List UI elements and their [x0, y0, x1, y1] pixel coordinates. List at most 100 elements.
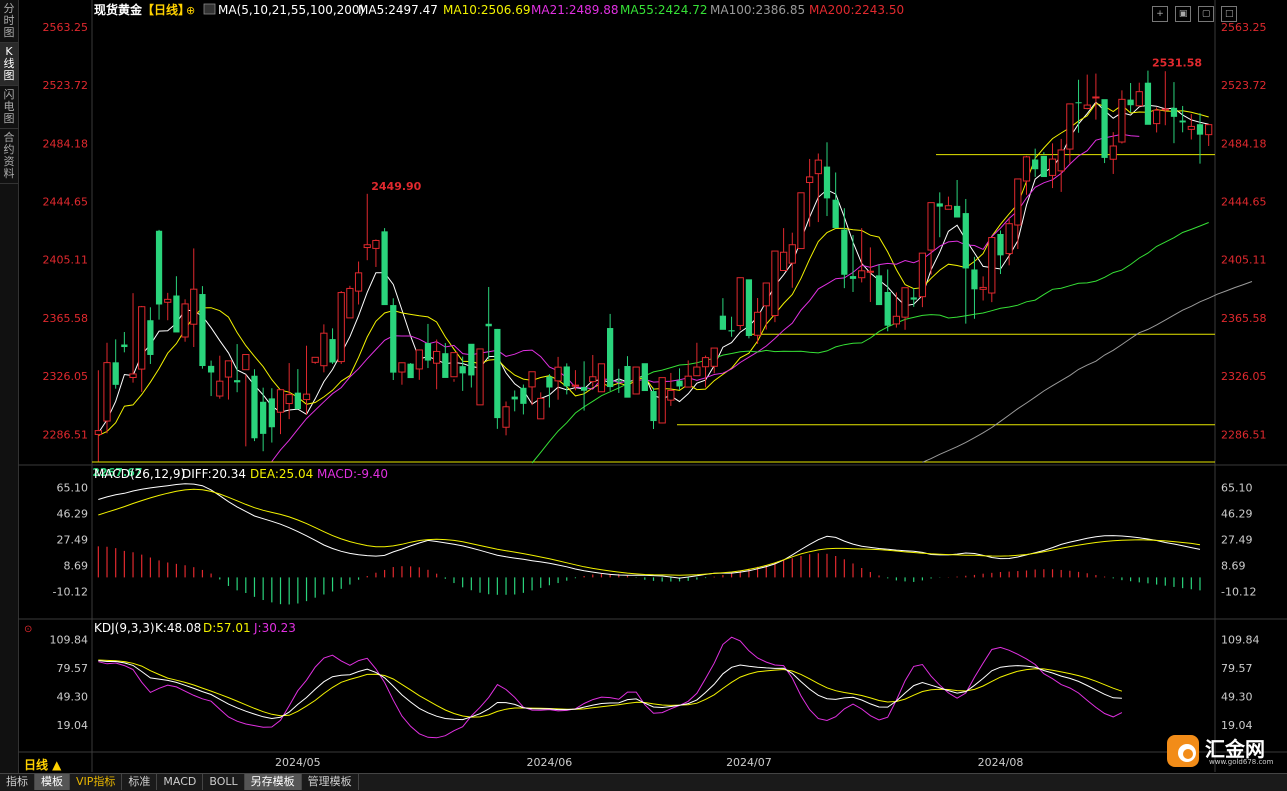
candle-body	[268, 398, 275, 428]
candle-body	[346, 287, 354, 319]
macd-tick-left: 46.29	[57, 507, 89, 520]
candle-body	[745, 279, 753, 336]
candle-body	[424, 343, 432, 361]
candle-body	[433, 350, 441, 364]
price-tick-left: 2563.25	[43, 21, 89, 34]
candle-body	[468, 343, 475, 376]
price-tick-right: 2484.18	[1221, 137, 1267, 150]
candle-body	[762, 282, 770, 307]
candle-body	[563, 366, 570, 387]
candle-body	[1066, 103, 1074, 150]
candle-body	[927, 202, 935, 251]
candle-body	[173, 295, 180, 333]
candle-body	[415, 349, 423, 370]
candle-body	[979, 286, 987, 290]
candle-body	[285, 394, 293, 405]
kdj-d-legend: D:57.01	[203, 621, 251, 635]
candle-body	[164, 298, 172, 303]
candle-body	[658, 377, 666, 424]
settings-icon[interactable]	[203, 3, 216, 15]
candle-body	[103, 362, 111, 422]
candle-body	[597, 363, 606, 393]
logo-mark-icon	[1167, 735, 1199, 767]
crosshair-icon[interactable]: +	[1152, 6, 1168, 22]
kdj-panel	[98, 636, 1123, 739]
candle-body	[779, 251, 788, 271]
candle-body	[719, 315, 727, 330]
price-tick-left: 2326.05	[43, 370, 89, 383]
candle-body	[988, 237, 996, 294]
candle-body	[485, 323, 492, 327]
high-price-label: 2531.58	[1152, 57, 1202, 70]
tab-save-template[interactable]: 另存模板	[244, 774, 302, 790]
macd-tick-left: 27.49	[57, 533, 89, 546]
macd-legend-label: MACD(26,12,9)	[94, 467, 185, 481]
macd-tick-right: 8.69	[1221, 559, 1246, 572]
tab-standard[interactable]: 标准	[122, 774, 158, 790]
tab-manage-template[interactable]: 管理模板	[302, 774, 359, 790]
macd-tick-right: 27.49	[1221, 533, 1253, 546]
kline-chart[interactable]: 2563.25 2563.25 2523.72 2523.72 2484.18 2484.…	[0, 0, 1287, 772]
candle-body	[554, 366, 562, 382]
ma5-legend: MA5:2497.47	[358, 3, 438, 17]
tab-vip-indicator[interactable]: VIP指标	[70, 774, 123, 790]
candle-body	[363, 244, 371, 249]
candle-body	[580, 387, 588, 391]
candle-body	[1118, 98, 1126, 143]
candle-body	[607, 328, 614, 388]
candle-body	[1109, 145, 1117, 160]
candle-body	[1075, 102, 1082, 104]
candle-body	[537, 397, 545, 420]
toolbar-icons: + ▣ ▢ □	[1152, 1, 1239, 22]
tab-macd[interactable]: MACD	[157, 774, 204, 790]
candle-body	[1005, 223, 1013, 255]
candle-body	[216, 380, 224, 397]
candle-body	[234, 380, 241, 383]
candle-body	[1048, 158, 1057, 176]
price-tick-right: 2326.05	[1221, 370, 1267, 383]
candle-body	[1092, 96, 1100, 99]
candle-body	[953, 205, 961, 218]
tab-indicator[interactable]: 指标	[0, 774, 35, 790]
macd-tick-left: 65.10	[57, 482, 89, 495]
candle-body	[511, 396, 518, 400]
macd-tick-right: 65.10	[1221, 482, 1253, 495]
candle-body	[667, 389, 675, 401]
candle-body	[1022, 156, 1031, 182]
price-tick-left: 2484.18	[43, 137, 89, 150]
candle-body	[372, 239, 380, 249]
kdj-tick-left: 49.30	[57, 691, 89, 704]
macd-dea-line	[98, 488, 1201, 576]
chart-frame	[18, 0, 1287, 772]
logo-url: www.gold678.com	[1209, 758, 1274, 766]
kdj-k-line	[98, 660, 1122, 721]
tab-template[interactable]: 模板	[35, 774, 70, 790]
ma-line-ma5	[97, 101, 1209, 434]
candle-body	[615, 380, 622, 382]
kdj-tick-right: 19.04	[1221, 719, 1253, 732]
candle-body	[806, 176, 814, 183]
kdj-tick-left: 109.84	[50, 634, 89, 647]
candle-body	[1127, 99, 1134, 106]
fullscreen-icon[interactable]: □	[1221, 6, 1238, 22]
candle-body	[190, 288, 198, 325]
candle-body	[207, 365, 215, 373]
zoom-out-icon[interactable]: ▢	[1198, 6, 1215, 22]
candle-body	[866, 270, 874, 273]
date-tick-label: 2024/08	[978, 756, 1024, 769]
candle-body	[971, 269, 978, 290]
candle-body	[199, 294, 206, 367]
macd-tick-right: -10.12	[1221, 585, 1256, 598]
candle-body	[788, 244, 796, 264]
target-icon[interactable]: ⊕	[186, 4, 195, 17]
candle-body	[155, 230, 163, 305]
kdj-marker-icon[interactable]: ⊙	[24, 624, 32, 635]
candle-body	[1101, 99, 1108, 158]
zoom-in-icon[interactable]: ▣	[1175, 6, 1192, 22]
macd-panel	[97, 483, 1201, 605]
candle-body	[962, 213, 969, 269]
period-selector[interactable]: 日线 ▲	[24, 756, 61, 773]
tab-boll[interactable]: BOLL	[203, 774, 245, 790]
candle-body	[875, 275, 883, 306]
price-tick-left: 2286.51	[43, 428, 89, 441]
